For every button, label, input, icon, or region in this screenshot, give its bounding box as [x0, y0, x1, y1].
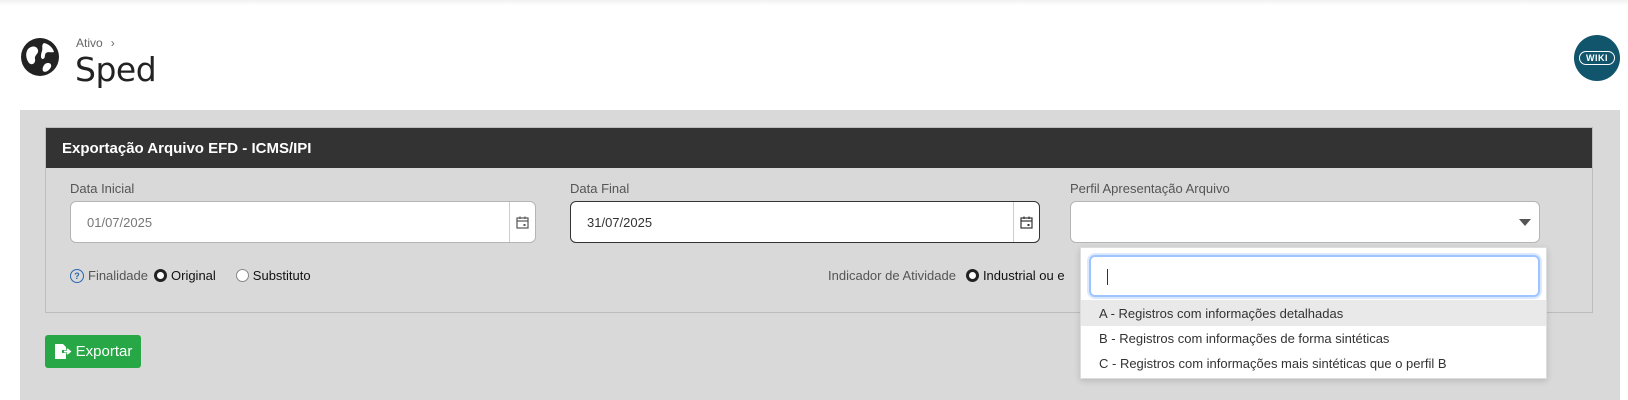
radio-checked-icon[interactable] — [154, 269, 167, 282]
chevron-right-icon: › — [110, 36, 115, 50]
dropdown-option-c[interactable]: C - Registros com informações mais sinté… — [1081, 350, 1546, 376]
page-header: Ativo › Sped WIKI — [0, 0, 1628, 110]
radio-original-label: Original — [171, 268, 216, 283]
caret-down-icon — [1519, 219, 1531, 226]
radio-checked-icon[interactable] — [965, 269, 979, 282]
indicador-group: Indicador de Atividade Industrial ou e — [828, 268, 1065, 283]
text-cursor — [1107, 269, 1108, 285]
data-final-value: 31/07/2025 — [587, 214, 653, 230]
finalidade-label: Finalidade — [88, 268, 148, 283]
globe-icon — [21, 38, 59, 76]
radio-original[interactable]: Original — [154, 268, 216, 283]
breadcrumb: Ativo › — [76, 36, 115, 50]
page-title: Sped — [75, 50, 157, 89]
data-inicial-field[interactable]: 01/07/2025 — [70, 201, 536, 243]
radio-substituto[interactable]: Substituto — [235, 268, 311, 283]
radio-unchecked-icon[interactable] — [235, 269, 249, 282]
data-inicial-value: 01/07/2025 — [87, 214, 153, 230]
data-final-field[interactable]: 31/07/2025 — [570, 201, 1040, 243]
help-icon[interactable]: ? — [70, 268, 84, 283]
perfil-dropdown: A - Registros com informações detalhadas… — [1080, 247, 1547, 379]
radio-industrial[interactable]: Industrial ou e — [965, 268, 1065, 283]
data-final-label: Data Final — [570, 181, 630, 196]
file-export-icon — [54, 344, 72, 359]
breadcrumb-item-ativo[interactable]: Ativo — [76, 36, 103, 50]
data-inicial-label: Data Inicial — [70, 181, 135, 196]
panel-title: Exportação Arquivo EFD - ICMS/IPI — [46, 128, 1592, 168]
finalidade-group: ? Finalidade Original Substituto — [70, 268, 311, 283]
dropdown-option-a[interactable]: A - Registros com informações detalhadas — [1081, 300, 1546, 326]
wiki-label: WIKI — [1579, 51, 1615, 65]
wiki-button[interactable]: WIKI — [1574, 35, 1620, 81]
perfil-select[interactable] — [1070, 201, 1540, 243]
export-button[interactable]: Exportar — [45, 335, 141, 368]
indicador-label: Indicador de Atividade — [828, 268, 956, 283]
perfil-label: Perfil Apresentação Arquivo — [1070, 181, 1230, 196]
radio-substituto-label: Substituto — [252, 268, 311, 283]
export-button-label: Exportar — [75, 343, 133, 360]
dropdown-search-input[interactable] — [1089, 255, 1540, 297]
calendar-icon[interactable] — [509, 202, 535, 242]
calendar-icon[interactable] — [1013, 202, 1039, 242]
dropdown-option-b[interactable]: B - Registros com informações de forma s… — [1081, 325, 1546, 351]
radio-industrial-label: Industrial ou e — [982, 268, 1065, 283]
